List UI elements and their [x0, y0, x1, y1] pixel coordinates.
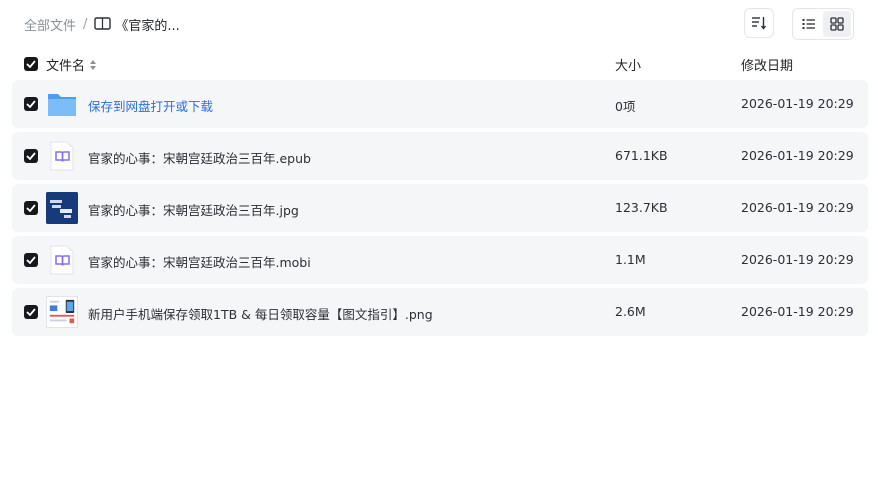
checkmark-icon — [26, 100, 36, 108]
grid-view-icon — [830, 17, 844, 31]
ebook-icon — [50, 245, 74, 275]
checkmark-icon — [26, 152, 36, 160]
table-row[interactable]: 新用户手机端保存领取1TB & 每日领取容量【图文指引】.png 2.6M 20… — [12, 288, 868, 336]
breadcrumb-root-link[interactable]: 全部文件 — [24, 15, 76, 34]
table-row[interactable]: 官家的心事：宋朝宫廷政治三百年.epub 671.1KB 2026-01-19 … — [12, 132, 868, 180]
breadcrumb: 全部文件 / 《官家的... — [24, 15, 180, 34]
image-thumbnail — [46, 192, 78, 224]
file-modified-date: 2026-01-19 20:29 — [741, 304, 854, 319]
sort-order-icon — [752, 17, 767, 30]
checkmark-icon — [26, 204, 36, 212]
list-view-button[interactable] — [795, 11, 823, 37]
row-checkbox[interactable] — [24, 149, 38, 163]
file-modified-date: 2026-01-19 20:29 — [741, 252, 854, 267]
file-list: 保存到网盘打开或下载 0项 2026-01-19 20:29 官家的心事：宋朝宫… — [12, 80, 868, 340]
table-row[interactable]: 官家的心事：宋朝宫廷政治三百年.mobi 1.1M 2026-01-19 20:… — [12, 236, 868, 284]
file-modified-date: 2026-01-19 20:29 — [741, 96, 854, 111]
file-size: 1.1M — [615, 252, 646, 267]
row-checkbox[interactable] — [24, 97, 38, 111]
image-thumbnail — [46, 296, 78, 328]
file-size: 123.7KB — [615, 200, 668, 215]
column-header-name[interactable]: 文件名 — [46, 55, 97, 74]
ebook-icon — [50, 141, 74, 171]
column-header-modified[interactable]: 修改日期 — [741, 55, 793, 74]
sort-button[interactable] — [744, 8, 774, 38]
table-header: 文件名 大小 修改日期 — [12, 52, 868, 76]
file-name[interactable]: 官家的心事：宋朝宫廷政治三百年.epub — [88, 148, 311, 167]
file-name[interactable]: 保存到网盘打开或下载 — [88, 96, 213, 115]
column-header-size[interactable]: 大小 — [615, 55, 641, 74]
grid-view-button[interactable] — [823, 11, 851, 37]
breadcrumb-current: 《官家的... — [115, 18, 180, 34]
view-toggle — [792, 8, 854, 40]
sort-toggle-icon — [90, 59, 97, 70]
file-modified-date: 2026-01-19 20:29 — [741, 200, 854, 215]
list-view-icon — [802, 19, 815, 29]
file-name[interactable]: 官家的心事：宋朝宫廷政治三百年.mobi — [88, 252, 311, 271]
file-size: 671.1KB — [615, 148, 668, 163]
book-icon — [94, 17, 112, 30]
row-checkbox[interactable] — [24, 201, 38, 215]
checkmark-icon — [26, 308, 36, 316]
select-all-checkbox[interactable] — [24, 57, 38, 71]
table-row[interactable]: 保存到网盘打开或下载 0项 2026-01-19 20:29 — [12, 80, 868, 128]
folder-icon — [48, 94, 76, 116]
file-name[interactable]: 官家的心事：宋朝宫廷政治三百年.jpg — [88, 200, 299, 219]
row-checkbox[interactable] — [24, 305, 38, 319]
file-modified-date: 2026-01-19 20:29 — [741, 148, 854, 163]
file-name[interactable]: 新用户手机端保存领取1TB & 每日领取容量【图文指引】.png — [88, 304, 433, 323]
file-size: 2.6M — [615, 304, 646, 319]
column-header-name-label: 文件名 — [46, 59, 86, 74]
row-checkbox[interactable] — [24, 253, 38, 267]
checkmark-icon — [26, 256, 36, 264]
table-row[interactable]: 官家的心事：宋朝宫廷政治三百年.jpg 123.7KB 2026-01-19 2… — [12, 184, 868, 232]
checkmark-icon — [26, 60, 36, 68]
breadcrumb-separator: / — [83, 16, 88, 32]
file-size: 0项 — [615, 99, 636, 114]
